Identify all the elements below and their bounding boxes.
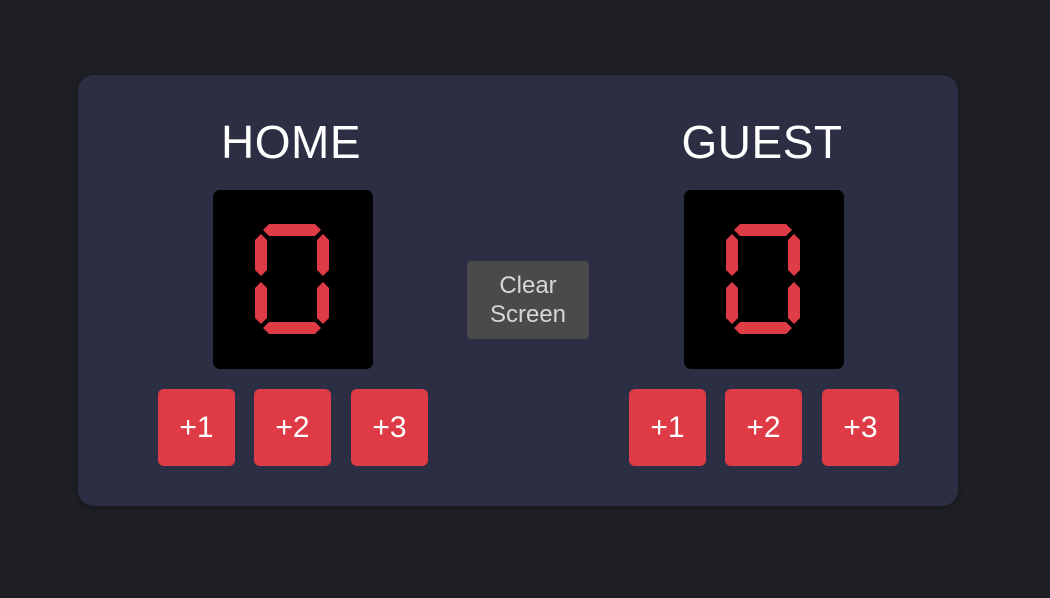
home-button-row: +1 +2 +3 [158,389,428,466]
digit-segment-f [726,234,738,276]
digit-segment-e [726,282,738,324]
guest-team-panel: GUEST +1 +2 +3 [617,75,907,506]
digit-segment-f [255,234,267,276]
home-add-1-button[interactable]: +1 [158,389,235,466]
digit-segment-d [263,322,321,334]
digit-segment-c [788,282,800,324]
guest-add-1-button[interactable]: +1 [629,389,706,466]
digit-segment-d [734,322,792,334]
home-score-display [213,190,373,369]
guest-add-2-button[interactable]: +2 [725,389,802,466]
guest-score-digit [726,224,800,334]
digit-segment-a [263,224,321,236]
home-title: HOME [221,116,361,168]
digit-segment-c [317,282,329,324]
home-add-2-button[interactable]: +2 [254,389,331,466]
scoreboard: HOME +1 +2 +3 Clear Screen GUEST +1 +2 +… [78,75,958,506]
clear-screen-label-line1: Clear [499,272,557,299]
guest-add-3-button[interactable]: +3 [822,389,899,466]
digit-segment-g [263,273,321,285]
home-add-3-button[interactable]: +3 [351,389,428,466]
digit-segment-e [255,282,267,324]
digit-segment-g [734,273,792,285]
home-team-panel: HOME +1 +2 +3 [146,75,436,506]
guest-button-row: +1 +2 +3 [629,389,899,466]
digit-segment-b [788,234,800,276]
home-score-digit [255,224,329,334]
guest-score-display [684,190,844,369]
digit-segment-a [734,224,792,236]
guest-title: GUEST [681,116,843,168]
clear-screen-button[interactable]: Clear Screen [467,261,589,339]
clear-screen-label-line2: Screen [489,301,567,328]
digit-segment-b [317,234,329,276]
